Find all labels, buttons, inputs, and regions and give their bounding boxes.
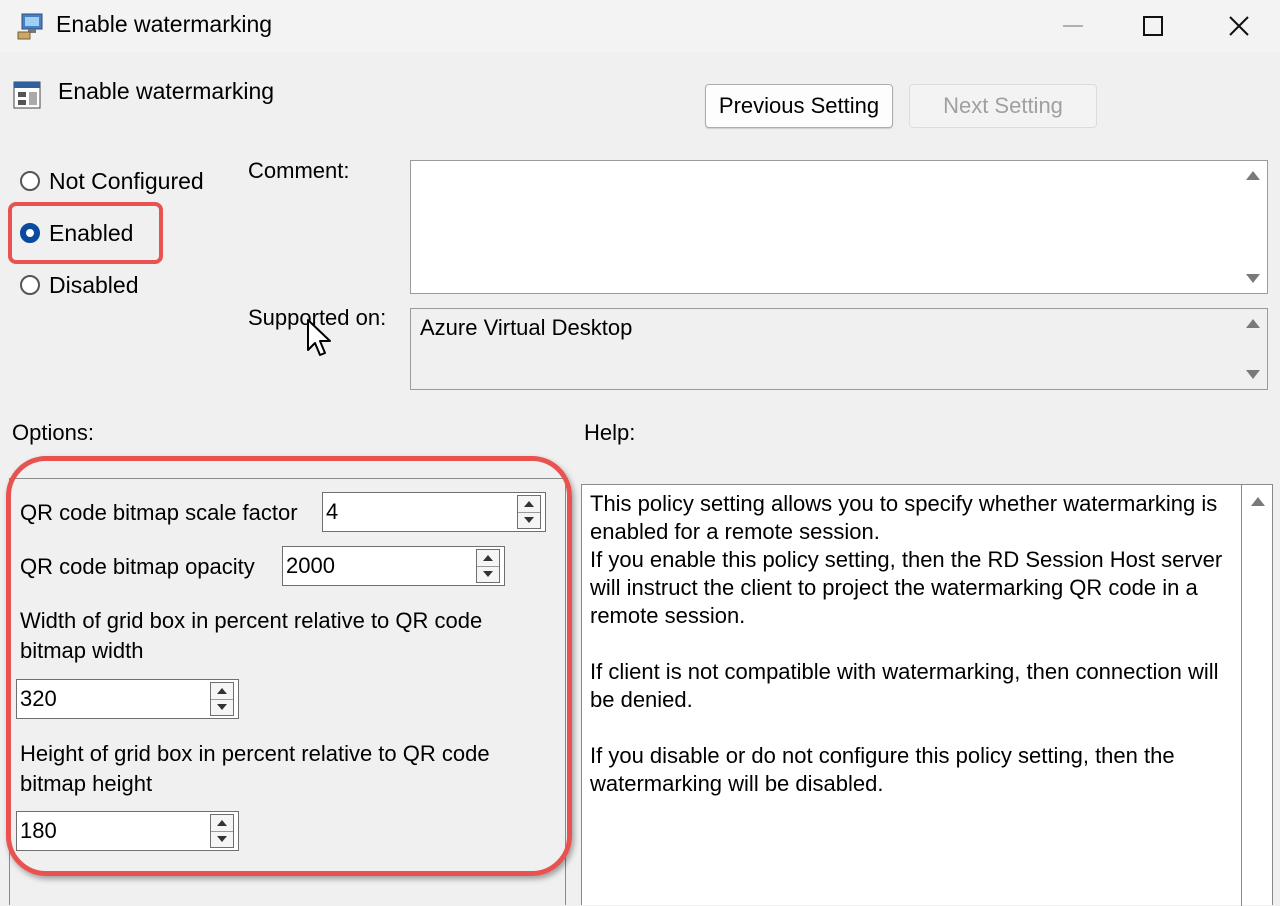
close-button[interactable]: [1196, 0, 1280, 52]
mouse-cursor-icon: [307, 319, 331, 356]
options-highlight: [6, 456, 572, 876]
comment-label: Comment:: [248, 158, 350, 183]
help-scroll-up-icon[interactable]: [1251, 497, 1265, 506]
scroll-up-icon[interactable]: [1246, 171, 1260, 180]
maximize-icon: [1143, 16, 1163, 36]
supported-on-field: Azure Virtual Desktop: [410, 308, 1268, 390]
options-label: Options:: [12, 420, 94, 445]
help-panel: This policy setting allows you to specif…: [581, 484, 1273, 906]
radio-label: Not Configured: [49, 167, 204, 194]
window-title: Enable watermarking: [56, 11, 273, 37]
radio-circle: [20, 275, 40, 295]
minimize-button[interactable]: [1030, 0, 1116, 52]
scroll-up-icon[interactable]: [1246, 319, 1260, 328]
policy-setting-icon: [13, 81, 41, 109]
title-bar: Enable watermarking: [0, 0, 1280, 52]
radio-circle: [20, 171, 40, 191]
supported-scrollbar[interactable]: [1239, 309, 1267, 389]
maximize-button[interactable]: [1110, 0, 1196, 52]
help-paragraph-2: If client is not compatible with waterma…: [590, 659, 1219, 712]
policy-title: Enable watermarking: [58, 78, 275, 104]
help-paragraph-3: If you disable or do not configure this …: [590, 743, 1175, 796]
supported-on-value: Azure Virtual Desktop: [420, 315, 633, 340]
comment-scrollbar[interactable]: [1239, 161, 1267, 293]
minimize-icon: [1063, 25, 1083, 27]
previous-setting-button[interactable]: Previous Setting: [705, 84, 893, 128]
scroll-down-icon[interactable]: [1246, 274, 1260, 283]
enabled-highlight: [8, 202, 163, 264]
radio-not-configured[interactable]: Not Configured: [20, 166, 204, 196]
help-paragraph-1: This policy setting allows you to specif…: [590, 491, 1223, 628]
radio-label: Disabled: [49, 271, 139, 298]
scroll-down-icon[interactable]: [1246, 370, 1260, 379]
policy-app-icon: [17, 13, 43, 40]
radio-disabled[interactable]: Disabled: [20, 270, 139, 300]
comment-textarea[interactable]: [410, 160, 1268, 294]
help-label: Help:: [584, 420, 636, 445]
next-setting-button[interactable]: Next Setting: [909, 84, 1097, 128]
close-icon: [1229, 16, 1249, 36]
